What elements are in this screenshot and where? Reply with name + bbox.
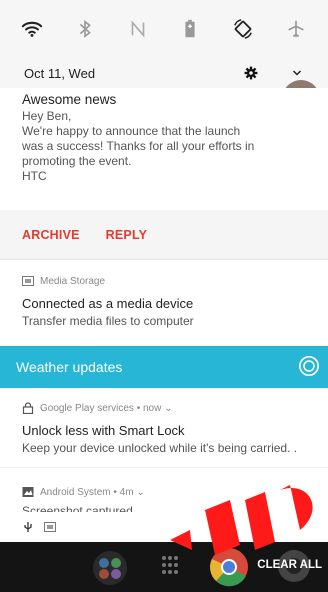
notification-title: Awesome news xyxy=(22,92,117,107)
date-label: Oct 11, Wed xyxy=(24,65,96,81)
notification-actions: ARCHIVE REPLY xyxy=(0,210,328,260)
weather-icon[interactable] xyxy=(298,355,320,380)
status-tray xyxy=(22,520,56,538)
clear-all-button[interactable]: CLEAR ALL xyxy=(257,559,322,571)
mail-notification[interactable]: Awesome news Hey Ben, We're happy to ann… xyxy=(0,88,328,210)
notification-text: Keep your device unlocked while it's bei… xyxy=(22,441,298,455)
body-line: promoting the event. xyxy=(22,154,132,168)
weather-updates-bar[interactable]: Weather updates xyxy=(0,346,328,388)
app-header: Android System • 4m ⌄ xyxy=(22,486,308,498)
usb-icon xyxy=(22,520,34,538)
body-line: We're happy to announce that the launch xyxy=(22,124,241,138)
airplane-mode-icon[interactable] xyxy=(281,14,311,44)
gear-icon[interactable] xyxy=(238,60,264,86)
app-drawer-icon[interactable] xyxy=(160,554,180,576)
battery-saver-icon[interactable] xyxy=(175,14,205,44)
weather-updates-label: Weather updates xyxy=(16,359,123,375)
body-line: Hey Ben, xyxy=(22,109,72,123)
lock-icon xyxy=(22,402,34,414)
nfc-icon[interactable] xyxy=(123,14,153,44)
navigation-bar: CLEAR ALL xyxy=(0,542,328,592)
quick-settings-row xyxy=(0,0,328,58)
reply-button[interactable]: REPLY xyxy=(106,228,148,242)
notification-title: Screenshot captured xyxy=(22,504,133,512)
media-storage-notification[interactable]: Media Storage Connected as a media devic… xyxy=(0,262,328,344)
bluetooth-icon[interactable] xyxy=(70,14,100,44)
usb-media-icon xyxy=(22,275,34,287)
app-header: Google Play services • now ⌄ xyxy=(22,402,308,414)
notification-title: Connected as a media device xyxy=(22,296,194,311)
wifi-icon[interactable] xyxy=(17,14,47,44)
auto-rotate-icon[interactable] xyxy=(228,14,258,44)
body-line: HTC xyxy=(22,169,47,183)
app-folder-icon[interactable] xyxy=(90,548,130,588)
body-line: was a success! Thanks for all your effor… xyxy=(22,139,255,153)
media-icon xyxy=(44,520,56,538)
date-row: Oct 11, Wed xyxy=(0,58,328,88)
notification-text: Transfer media files to computer xyxy=(22,314,194,328)
smart-lock-notification[interactable]: Google Play services • now ⌄ Unlock less… xyxy=(0,390,328,468)
app-name: Android System • 4m ⌄ xyxy=(40,486,145,498)
app-header: Media Storage xyxy=(22,275,308,287)
chrome-icon[interactable] xyxy=(208,546,250,588)
notification-title: Unlock less with Smart Lock xyxy=(22,423,185,438)
archive-button[interactable]: ARCHIVE xyxy=(22,228,80,242)
app-name: Google Play services • now ⌄ xyxy=(40,402,173,414)
app-name: Media Storage xyxy=(40,275,106,287)
notification-body: Hey Ben, We're happy to announce that th… xyxy=(22,109,308,184)
image-icon xyxy=(22,486,34,498)
